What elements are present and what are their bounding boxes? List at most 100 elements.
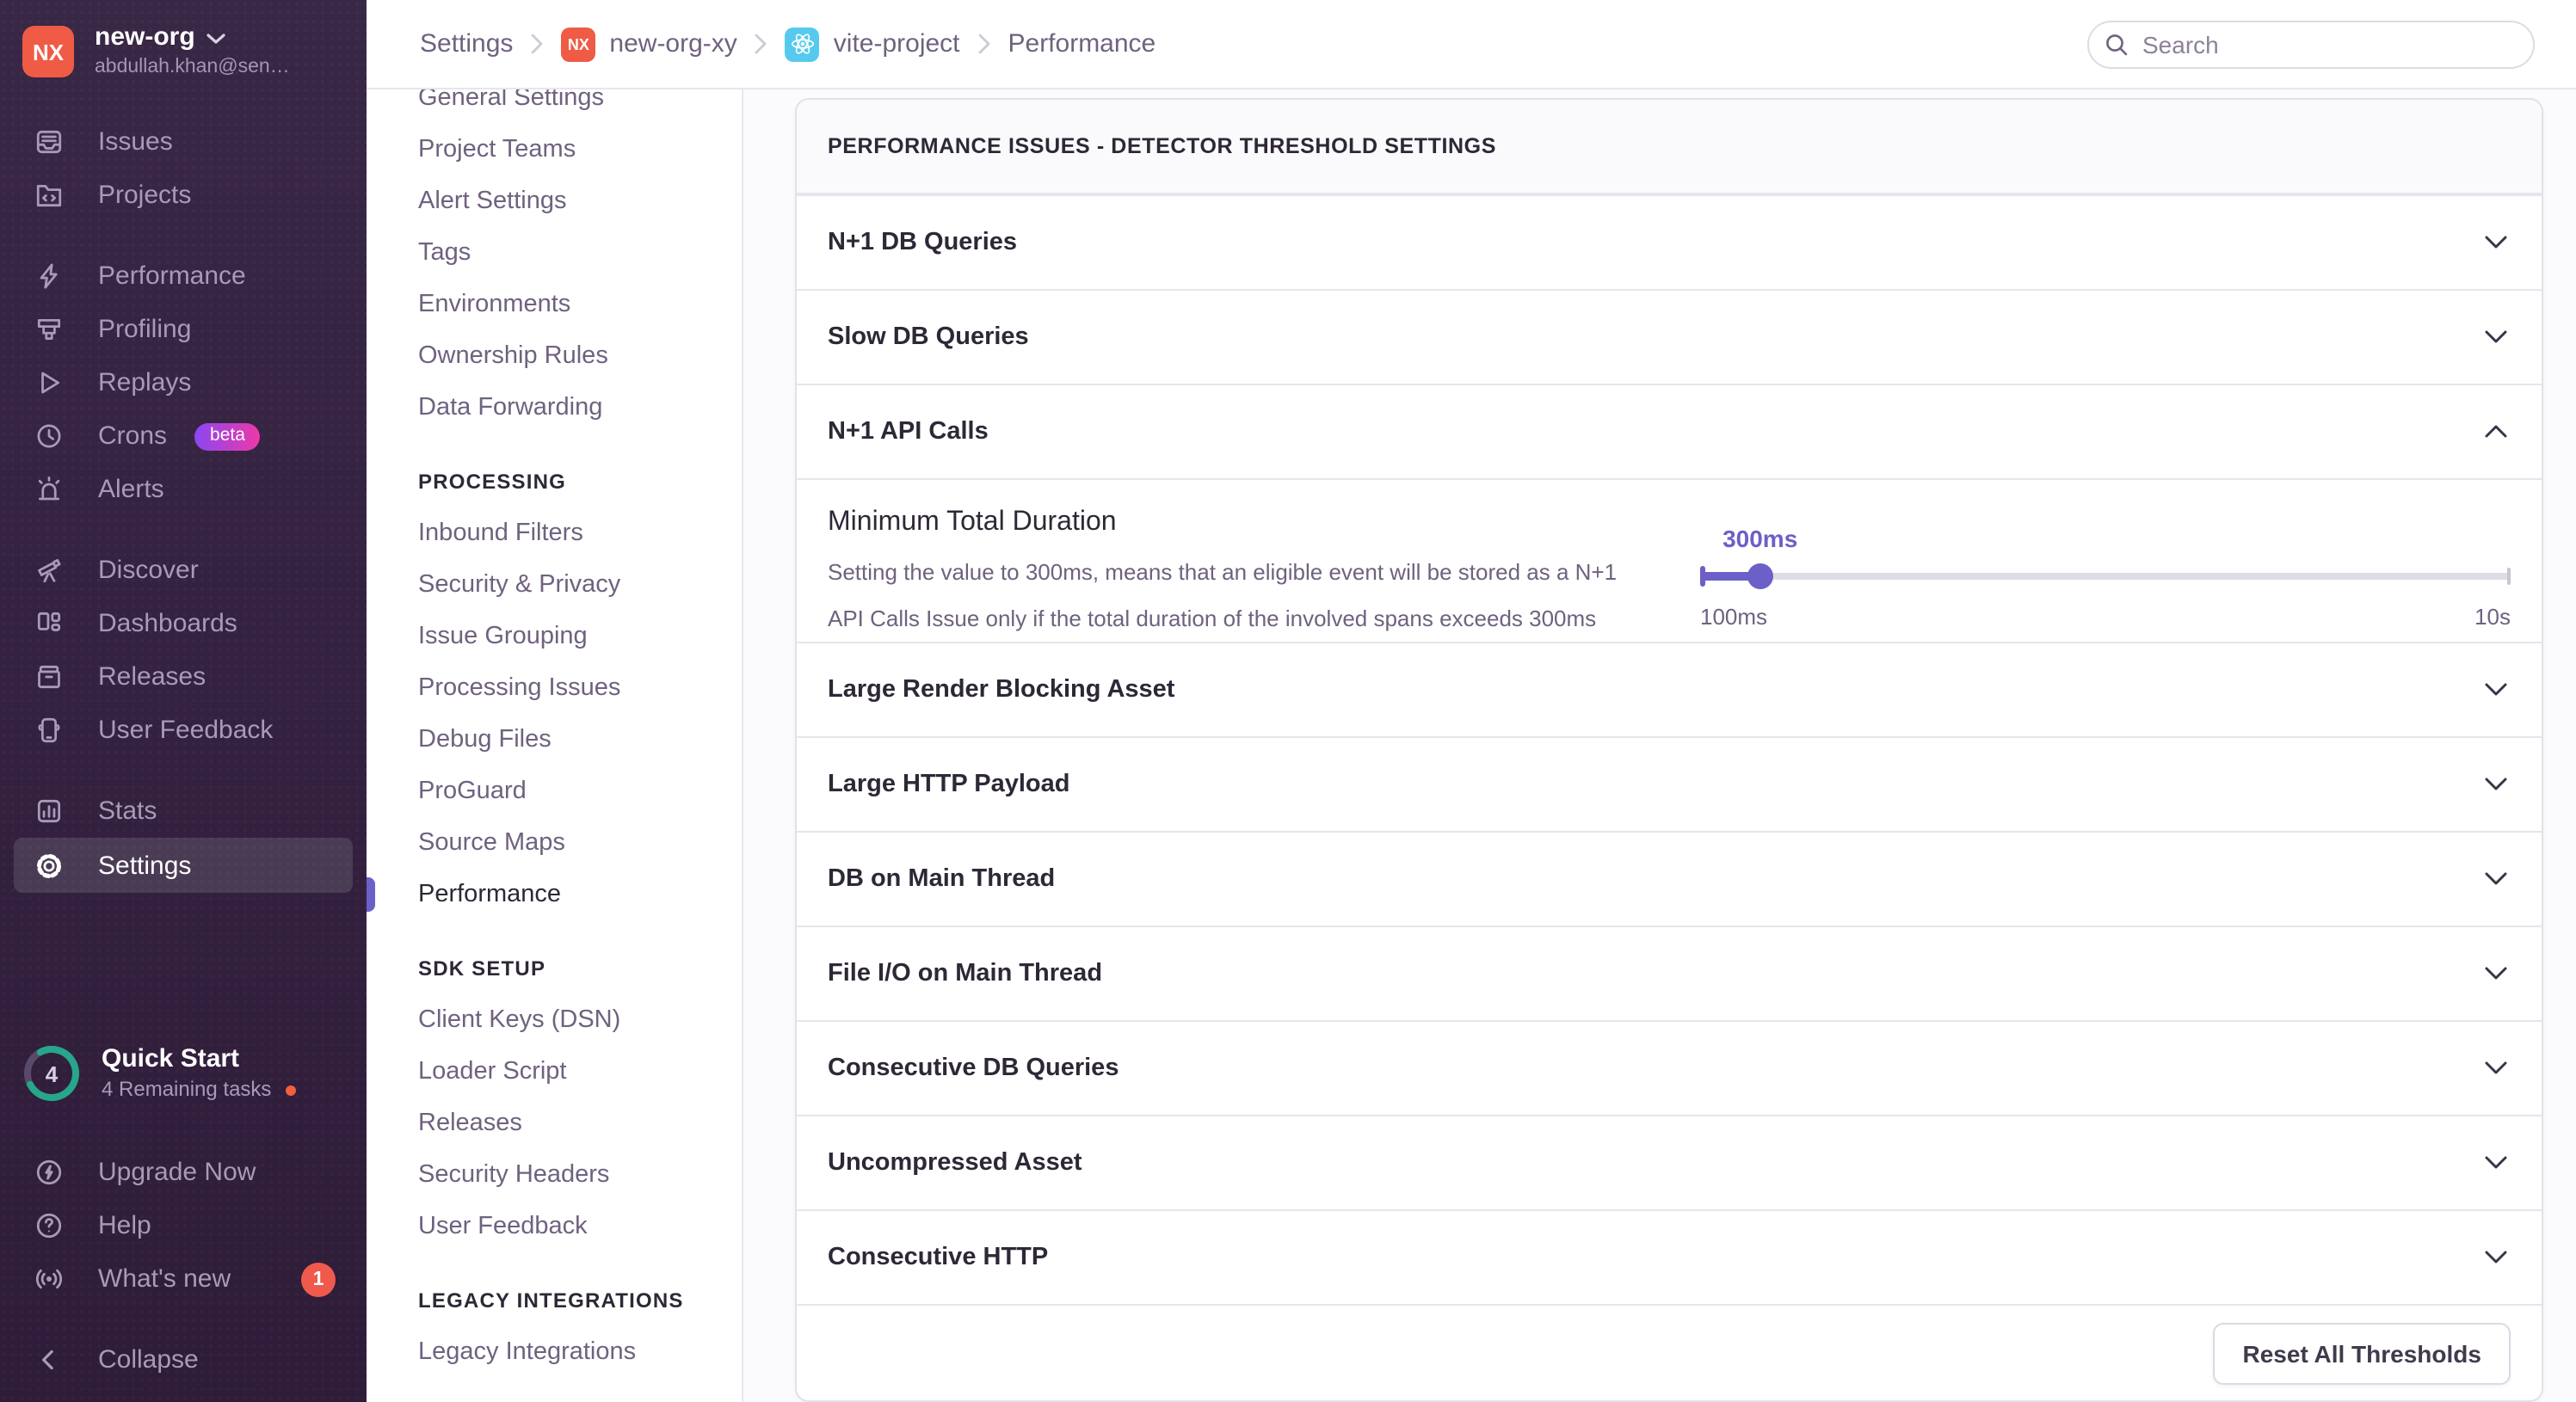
chevron-down-icon <box>2485 872 2507 886</box>
content-area: Settings NX new-org-xy vite-project Perf… <box>367 0 2576 1402</box>
detector-label: Consecutive HTTP <box>828 1244 1049 1271</box>
settings-nav-item[interactable]: ProGuard <box>418 766 742 817</box>
org-avatar: NX <box>22 26 74 77</box>
org-switcher[interactable]: NX new-org abdullah.khan@sen… <box>0 0 367 98</box>
sidebar-item-discover[interactable]: Discover <box>0 544 367 597</box>
settings-nav-item[interactable]: Debug Files <box>418 714 742 766</box>
duration-slider-thumb[interactable] <box>1747 563 1773 589</box>
settings-nav-item[interactable]: Tags <box>418 227 742 279</box>
settings-nav-item[interactable]: Environments <box>418 279 742 330</box>
detector-row[interactable]: File I/O on Main Thread <box>797 925 2542 1020</box>
breadcrumb-label: Performance <box>1008 29 1156 58</box>
feedback-icon <box>34 716 64 745</box>
sidebar-item-replays[interactable]: Replays <box>0 356 367 409</box>
setting-label: Minimum Total Duration <box>828 507 1117 537</box>
quick-start-title: Quick Start <box>102 1044 240 1073</box>
slider-end-cap <box>2506 568 2511 585</box>
settings-nav-list: Inbound Filters Security & Privacy Issue G… <box>418 507 742 920</box>
reset-all-thresholds-button[interactable]: Reset All Thresholds <box>2213 1322 2511 1384</box>
sidebar-item-projects[interactable]: Projects <box>0 169 367 222</box>
detector-row[interactable]: DB on Main Thread <box>797 831 2542 925</box>
slider-start-cap <box>1700 566 1705 587</box>
settings-nav-heading: PROCESSING <box>418 470 567 494</box>
breadcrumb: Settings NX new-org-xy vite-project Perf… <box>420 27 1156 61</box>
settings-nav-heading: SDK SETUP <box>418 956 546 981</box>
archive-icon <box>34 662 64 692</box>
sidebar-item-whats-new[interactable]: What's new 1 <box>0 1252 367 1306</box>
broadcast-icon <box>34 1264 64 1294</box>
sidebar-item-stats[interactable]: Stats <box>0 784 367 838</box>
detector-row[interactable]: Consecutive DB Queries <box>797 1020 2542 1115</box>
sidebar-item-issues[interactable]: Issues <box>0 115 367 169</box>
breadcrumb-project[interactable]: vite-project <box>785 27 960 61</box>
settings-nav-item[interactable]: Ownership Rules <box>418 330 742 382</box>
settings-nav-item[interactable]: Security & Privacy <box>418 559 742 611</box>
play-icon <box>34 368 64 397</box>
sidebar-item-label: Performance <box>98 261 246 291</box>
detector-row[interactable]: Uncompressed Asset <box>797 1115 2542 1209</box>
breadcrumb-label: vite-project <box>833 29 960 58</box>
app: NX new-org abdullah.khan@sen… Issues Pro… <box>0 0 2576 1402</box>
settings-nav-item[interactable]: Processing Issues <box>418 662 742 714</box>
detector-label: Slow DB Queries <box>828 323 1029 351</box>
settings-nav-item[interactable]: Inbound Filters <box>418 507 742 559</box>
clock-icon <box>34 421 64 451</box>
settings-nav-item[interactable]: Issue Grouping <box>418 611 742 662</box>
sidebar-item-label: Settings <box>98 851 192 880</box>
sidebar-item-alerts[interactable]: Alerts <box>0 463 367 516</box>
chevron-down-icon <box>207 22 226 53</box>
breadcrumb-settings[interactable]: Settings <box>420 29 513 58</box>
detector-row[interactable]: Slow DB Queries <box>797 289 2542 384</box>
sidebar-item-user-feedback[interactable]: User Feedback <box>0 704 367 757</box>
settings-nav-item[interactable]: Data Forwarding <box>418 382 742 434</box>
detector-row[interactable]: Large HTTP Payload <box>797 736 2542 831</box>
sidebar-item-label: What's new <box>98 1264 231 1294</box>
slider-min-label: 100ms <box>1700 604 1768 630</box>
breadcrumb-organization[interactable]: NX new-org-xy <box>561 27 737 61</box>
settings-nav-item[interactable]: Security Headers <box>418 1149 742 1201</box>
sidebar-item-settings[interactable]: Settings <box>14 838 353 893</box>
sidebar-item-crons[interactable]: Crons beta <box>0 409 367 463</box>
detector-row-expanded[interactable]: N+1 API Calls <box>797 384 2542 478</box>
sidebar-item-help[interactable]: Help <box>0 1199 367 1252</box>
detector-row[interactable]: Consecutive HTTP <box>797 1209 2542 1304</box>
settings-nav-section: LEGACY INTEGRATIONS Legacy Integrations <box>418 1275 742 1378</box>
breadcrumb-page: Performance <box>1008 29 1156 58</box>
search-input[interactable] <box>2087 20 2535 68</box>
settings-nav-item[interactable]: General Settings <box>418 89 742 124</box>
settings-nav-item[interactable]: Legacy Integrations <box>418 1326 742 1378</box>
sidebar-item-label: Alerts <box>98 475 164 504</box>
sidebar-item-label: Upgrade Now <box>98 1158 256 1187</box>
settings-nav-item[interactable]: Performance <box>418 869 742 920</box>
settings-nav-item[interactable]: Source Maps <box>418 817 742 869</box>
detector-row[interactable]: Large Render Blocking Asset <box>797 642 2542 736</box>
settings-nav-item[interactable]: Releases <box>418 1098 742 1149</box>
detector-row[interactable]: N+1 DB Queries <box>797 194 2542 289</box>
settings-nav-list: Client Keys (DSN) Loader Script Releases Se… <box>418 994 742 1252</box>
settings-nav-item[interactable]: Loader Script <box>418 1046 742 1098</box>
slider-rail <box>1700 573 2511 580</box>
duration-slider-track[interactable] <box>1700 563 2511 590</box>
sidebar-item-upgrade[interactable]: Upgrade Now <box>0 1146 367 1199</box>
sidebar-item-releases[interactable]: Releases <box>0 650 367 704</box>
quick-start[interactable]: 4 Quick Start 4 Remaining tasks <box>0 1044 367 1103</box>
sidebar-item-profiling[interactable]: Profiling <box>0 303 367 356</box>
detector-rows-top: N+1 DB Queries Slow DB Queries <box>797 194 2542 384</box>
detector-label: Large Render Blocking Asset <box>828 676 1175 704</box>
settings-nav-item[interactable]: User Feedback <box>418 1201 742 1252</box>
settings-nav-item[interactable]: Client Keys (DSN) <box>418 994 742 1046</box>
sidebar-item-label: Collapse <box>98 1345 199 1374</box>
bar-chart-icon <box>34 796 64 826</box>
chevron-down-icon <box>2485 1156 2507 1170</box>
sidebar-item-performance[interactable]: Performance <box>0 249 367 303</box>
setting-description: Setting the value to 300ms, means that a… <box>828 559 1618 631</box>
react-project-icon <box>785 27 820 61</box>
siren-icon <box>34 475 64 504</box>
settings-nav-item[interactable]: Alert Settings <box>418 175 742 227</box>
sidebar-collapse-button[interactable]: Collapse <box>0 1333 367 1387</box>
org-meta: new-org abdullah.khan@sen… <box>95 22 290 81</box>
settings-nav-item[interactable]: Project Teams <box>418 124 742 175</box>
chevron-up-icon <box>2485 425 2507 439</box>
sidebar-item-dashboards[interactable]: Dashboards <box>0 597 367 650</box>
inbox-icon <box>34 127 64 157</box>
